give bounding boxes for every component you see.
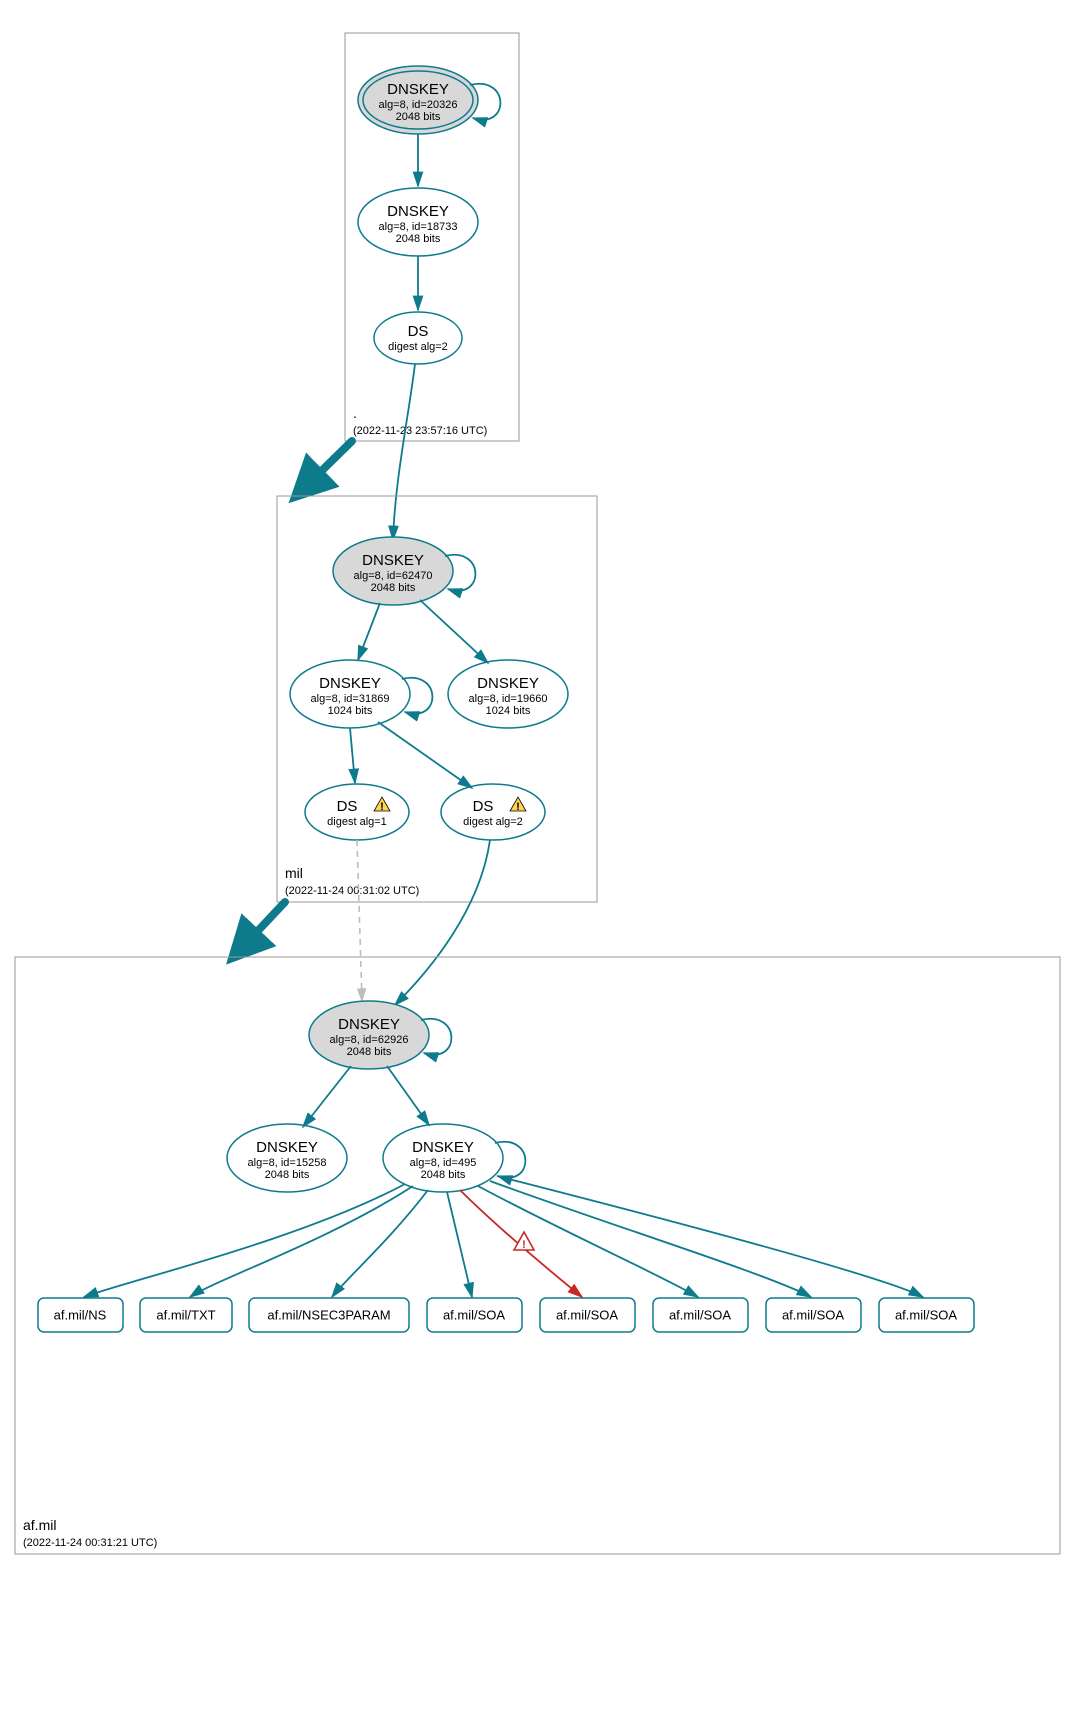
node-sub2: 2048 bits — [421, 1169, 466, 1181]
node-sub1: alg=8, id=62926 — [330, 1034, 409, 1046]
svg-text:!: ! — [516, 801, 520, 813]
node-sub2: 1024 bits — [328, 705, 373, 717]
edge-af-ksk-to-zskA — [303, 1066, 351, 1127]
rr-label: af.mil/SOA — [669, 1307, 731, 1322]
node-sub2: 2048 bits — [396, 111, 441, 123]
node-mil-ksk[interactable]: DNSKEY alg=8, id=62470 2048 bits — [333, 537, 453, 605]
node-mil-zsk2[interactable]: DNSKEY alg=8, id=19660 1024 bits — [448, 660, 568, 728]
edge-zskB-to-soa1 — [447, 1192, 472, 1297]
node-sub2: 2048 bits — [371, 582, 416, 594]
node-title: DNSKEY — [319, 675, 381, 692]
zone-mil-ts: (2022-11-24 00:31:02 UTC) — [285, 885, 419, 897]
node-sub1: digest alg=2 — [463, 816, 523, 828]
node-root-zsk[interactable]: DNSKEY alg=8, id=18733 2048 bits — [358, 188, 478, 256]
node-title: DNSKEY — [387, 81, 449, 98]
node-rr-ns[interactable]: af.mil/NS — [38, 1298, 123, 1332]
edge-root-ds-to-mil-ksk — [393, 364, 415, 540]
node-rr-soa4[interactable]: af.mil/SOA — [766, 1298, 861, 1332]
zone-mil-label: mil — [285, 865, 303, 881]
node-sub1: alg=8, id=20326 — [379, 99, 458, 111]
node-rr-txt[interactable]: af.mil/TXT — [140, 1298, 232, 1332]
rr-label: af.mil/SOA — [556, 1307, 618, 1322]
rr-label: af.mil/SOA — [443, 1307, 505, 1322]
edge-zone-root-to-mil — [300, 441, 352, 492]
node-sub1: alg=8, id=62470 — [354, 570, 433, 582]
rr-label: af.mil/NS — [54, 1307, 107, 1322]
rr-label: af.mil/NSEC3PARAM — [267, 1307, 390, 1322]
node-af-zskA[interactable]: DNSKEY alg=8, id=15258 2048 bits — [227, 1124, 347, 1192]
dnssec-graph: . (2022-11-23 23:57:16 UTC) DNSKEY alg=8… — [0, 0, 1075, 1711]
rr-label: af.mil/SOA — [895, 1307, 957, 1322]
zone-afmil-label: af.mil — [23, 1517, 56, 1533]
edge-mil-ksk-to-zsk1 — [358, 603, 380, 660]
node-title: DNSKEY — [338, 1016, 400, 1033]
node-title: DS — [473, 798, 494, 815]
node-sub1: alg=8, id=19660 — [469, 693, 548, 705]
node-mil-ds2[interactable]: DS digest alg=2 ! — [441, 784, 545, 840]
zone-root-label: . — [353, 405, 357, 421]
node-rr-soa3[interactable]: af.mil/SOA — [653, 1298, 748, 1332]
edge-mil-zsk1-to-ds1 — [350, 728, 355, 783]
node-rr-soa5[interactable]: af.mil/SOA — [879, 1298, 974, 1332]
zone-mil: mil (2022-11-24 00:31:02 UTC) DNSKEY alg… — [277, 496, 597, 902]
node-af-zskB[interactable]: DNSKEY alg=8, id=495 2048 bits — [383, 1124, 503, 1192]
node-sub2: 2048 bits — [347, 1046, 392, 1058]
edge-mil-ds2-to-af-ksk — [395, 840, 490, 1005]
node-title: DNSKEY — [256, 1139, 318, 1156]
node-sub1: digest alg=2 — [388, 341, 448, 353]
edge-zone-mil-to-afmil — [237, 902, 285, 953]
zone-root: . (2022-11-23 23:57:16 UTC) DNSKEY alg=8… — [345, 33, 519, 441]
node-mil-zsk1[interactable]: DNSKEY alg=8, id=31869 1024 bits — [290, 660, 410, 728]
edge-mil-zsk1-to-ds2 — [378, 722, 472, 788]
node-sub1: alg=8, id=15258 — [248, 1157, 327, 1169]
node-sub1: alg=8, id=31869 — [311, 693, 390, 705]
node-sub2: 2048 bits — [265, 1169, 310, 1181]
node-root-ksk[interactable]: DNSKEY alg=8, id=20326 2048 bits — [358, 66, 478, 134]
node-rr-soa1[interactable]: af.mil/SOA — [427, 1298, 522, 1332]
edge-zskB-to-txt — [190, 1186, 413, 1297]
zone-afmil-ts: (2022-11-24 00:31:21 UTC) — [23, 1537, 157, 1549]
zone-afmil: af.mil (2022-11-24 00:31:21 UTC) DNSKEY … — [15, 957, 1060, 1554]
node-root-ds[interactable]: DS digest alg=2 — [374, 312, 462, 364]
node-title: DNSKEY — [477, 675, 539, 692]
node-title: DNSKEY — [412, 1139, 474, 1156]
node-title: DS — [337, 798, 358, 815]
node-mil-ds1[interactable]: DS digest alg=1 ! — [305, 784, 409, 840]
edge-af-ksk-to-zskB — [387, 1066, 429, 1125]
node-sub1: alg=8, id=495 — [410, 1157, 477, 1169]
node-sub2: 2048 bits — [396, 233, 441, 245]
svg-text:!: ! — [522, 1239, 526, 1251]
node-af-ksk[interactable]: DNSKEY alg=8, id=62926 2048 bits — [309, 1001, 429, 1069]
edge-mil-ds1-to-af-ksk — [357, 840, 362, 1001]
node-sub1: alg=8, id=18733 — [379, 221, 458, 233]
node-title: DNSKEY — [362, 552, 424, 569]
edge-zskB-to-soa4 — [490, 1181, 811, 1297]
edge-mil-ksk-to-zsk2 — [420, 600, 488, 663]
node-rr-n3p[interactable]: af.mil/NSEC3PARAM — [249, 1298, 409, 1332]
rr-label: af.mil/SOA — [782, 1307, 844, 1322]
rr-label: af.mil/TXT — [156, 1307, 215, 1322]
node-title: DNSKEY — [387, 203, 449, 220]
node-sub2: 1024 bits — [486, 705, 531, 717]
node-title: DS — [408, 323, 429, 340]
svg-text:!: ! — [380, 801, 384, 813]
zone-root-ts: (2022-11-23 23:57:16 UTC) — [353, 425, 487, 437]
edge-zskB-to-ns — [84, 1184, 405, 1297]
node-rr-soa2[interactable]: af.mil/SOA — [540, 1298, 635, 1332]
node-sub1: digest alg=1 — [327, 816, 387, 828]
